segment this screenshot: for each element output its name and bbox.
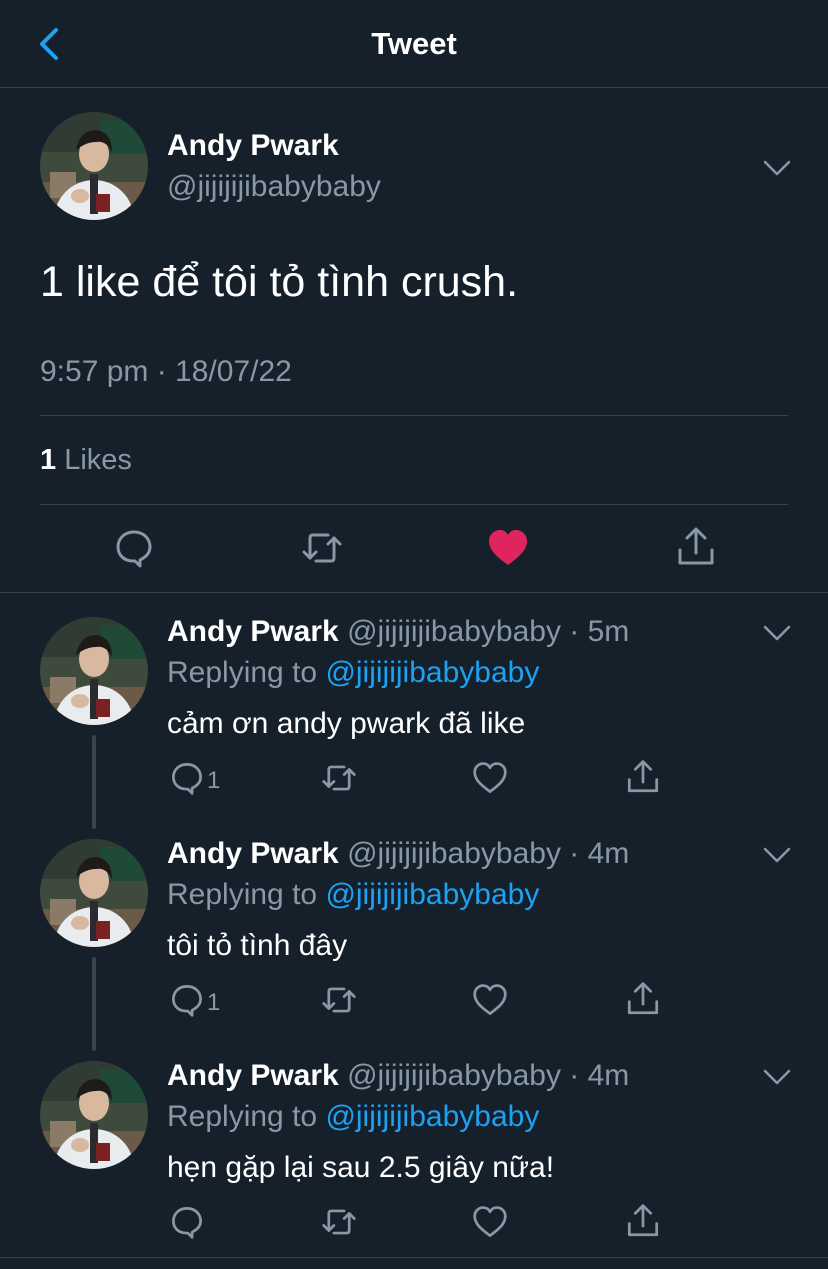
reply-button[interactable] — [170, 983, 204, 1022]
retweet-icon — [322, 1209, 356, 1235]
share-button[interactable] — [625, 981, 661, 1022]
chevron-down-icon — [763, 1069, 791, 1085]
retweet-button[interactable] — [320, 1205, 358, 1244]
like-button[interactable] — [472, 983, 508, 1022]
top-bar: Tweet — [0, 0, 828, 88]
comment-icon — [172, 763, 202, 795]
more-options-button[interactable] — [762, 1067, 792, 1087]
comment-icon — [172, 1207, 202, 1239]
more-options-button[interactable] — [762, 158, 792, 178]
retweet-icon — [302, 533, 342, 563]
heart-outline-icon — [473, 1206, 507, 1237]
retweet-button[interactable] — [320, 761, 358, 800]
replying-prefix: Replying to — [167, 878, 318, 911]
avatar[interactable] — [40, 112, 148, 220]
chevron-down-icon — [763, 847, 791, 863]
retweet-icon — [322, 987, 356, 1013]
reply-header: Andy Pwark @jijijijibabybaby · 4m — [167, 1059, 629, 1093]
chevron-down-icon — [763, 625, 791, 641]
thread-line — [92, 735, 96, 829]
reply-meta: @jijijijibabybaby · 5m — [347, 615, 630, 648]
like-button[interactable] — [472, 1205, 508, 1244]
reply-button[interactable] — [114, 528, 154, 573]
main-tweet: Andy Pwark @jijijijibabybaby 1 like để t… — [0, 88, 828, 593]
reply-count: 1 — [207, 767, 221, 794]
replying-prefix: Replying to — [167, 656, 318, 689]
chevron-down-icon — [763, 160, 791, 176]
avatar[interactable] — [40, 1061, 148, 1169]
retweet-button[interactable] — [300, 528, 344, 573]
author-name[interactable]: Andy Pwark — [167, 837, 339, 870]
share-button[interactable] — [675, 526, 717, 573]
heart-outline-icon — [473, 762, 507, 793]
reply-meta: @jijijijibabybaby · 4m — [347, 1059, 630, 1092]
reply-button[interactable] — [170, 761, 204, 800]
divider — [40, 504, 788, 505]
mention-link[interactable]: @jijijijibabybaby — [325, 656, 539, 689]
author-name[interactable]: Andy Pwark — [167, 615, 339, 648]
share-icon — [627, 1204, 659, 1237]
share-button[interactable] — [625, 759, 661, 800]
mention-link[interactable]: @jijijijibabybaby — [325, 878, 539, 911]
reply-button[interactable] — [170, 1205, 204, 1244]
likes-count: 1 — [40, 444, 57, 476]
thread-line — [92, 957, 96, 1051]
like-button[interactable] — [487, 528, 529, 573]
avatar[interactable] — [40, 617, 148, 725]
share-icon — [627, 760, 659, 793]
comment-icon — [172, 985, 202, 1017]
reply-text: tôi tỏ tình đây — [167, 929, 348, 962]
reply-count: 1 — [207, 989, 221, 1016]
retweet-button[interactable] — [320, 983, 358, 1022]
author-handle[interactable]: @jijijijibabybaby — [167, 170, 381, 204]
page-title: Tweet — [371, 26, 457, 61]
replying-to: Replying to @jijijijibabybaby — [167, 656, 539, 690]
tweet-timestamp[interactable]: 9:57 pm · 18/07/22 — [40, 355, 292, 389]
tweet-text: 1 like để tôi tỏ tình crush. — [40, 258, 519, 306]
divider — [40, 415, 788, 416]
reply-text: cảm ơn andy pwark đã like — [167, 707, 526, 740]
heart-outline-icon — [473, 984, 507, 1015]
reply-header: Andy Pwark @jijijijibabybaby · 4m — [167, 837, 629, 871]
replying-to: Replying to @jijijijibabybaby — [167, 878, 539, 912]
divider — [0, 1257, 828, 1258]
more-options-button[interactable] — [762, 845, 792, 865]
more-options-button[interactable] — [762, 623, 792, 643]
share-icon — [627, 982, 659, 1015]
reply-header: Andy Pwark @jijijijibabybaby · 5m — [167, 615, 629, 649]
share-icon — [678, 527, 714, 565]
replying-to: Replying to @jijijijibabybaby — [167, 1100, 539, 1134]
reply-text: hẹn gặp lại sau 2.5 giây nữa! — [167, 1151, 555, 1184]
like-button[interactable] — [472, 761, 508, 800]
mention-link[interactable]: @jijijijibabybaby — [325, 1100, 539, 1133]
heart-icon — [489, 530, 527, 565]
reply-meta: @jijijijibabybaby · 4m — [347, 837, 630, 870]
author-name[interactable]: Andy Pwark — [167, 129, 339, 163]
comment-icon — [116, 530, 152, 568]
avatar[interactable] — [40, 839, 148, 947]
retweet-icon — [322, 765, 356, 791]
author-name[interactable]: Andy Pwark — [167, 1059, 339, 1092]
likes-label: Likes — [64, 444, 132, 476]
share-button[interactable] — [625, 1203, 661, 1244]
replying-prefix: Replying to — [167, 1100, 318, 1133]
likes-summary[interactable]: 1 Likes — [40, 444, 132, 477]
